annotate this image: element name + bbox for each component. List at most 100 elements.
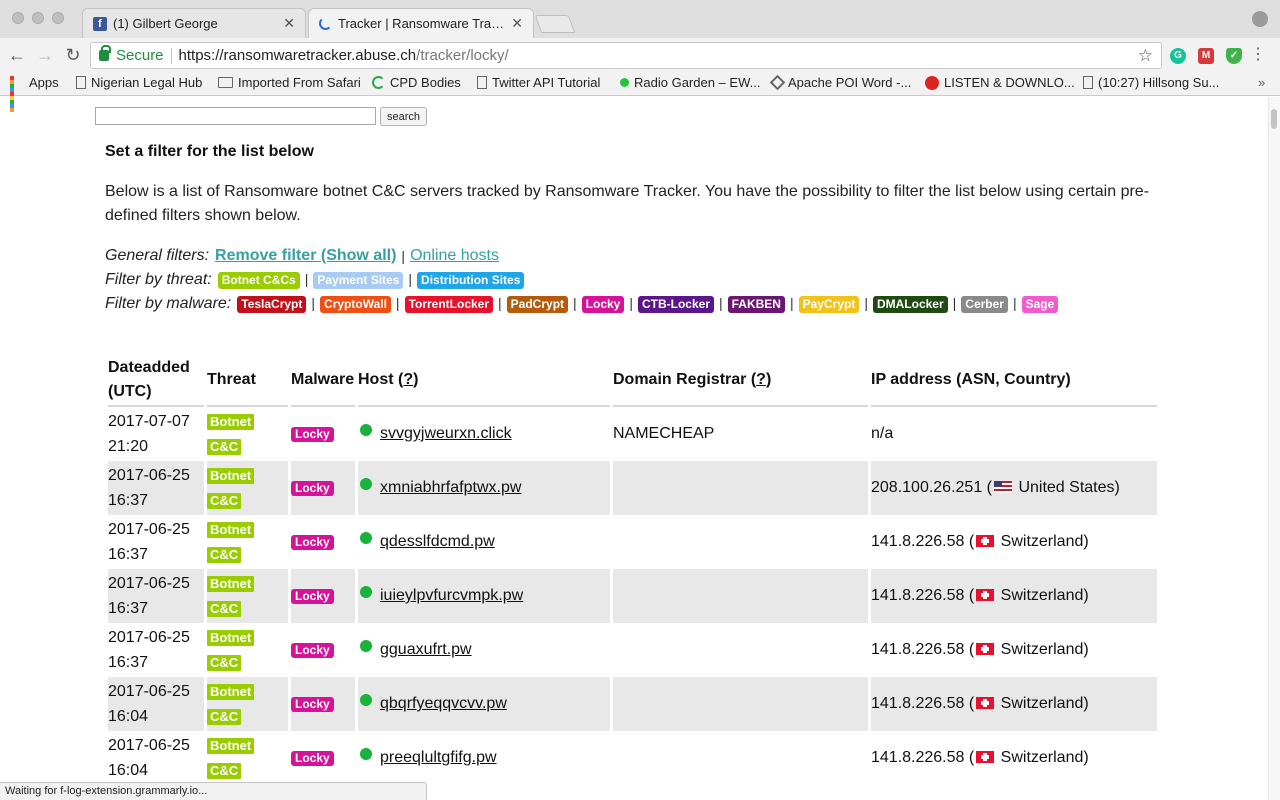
host-link[interactable]: svvgyjweurxn.click <box>380 425 512 443</box>
malware-badge[interactable]: Locky <box>291 427 334 442</box>
date-value: 2017-06-25 <box>108 575 190 592</box>
malware-filter-badge[interactable]: FAKBEN <box>727 296 785 313</box>
time-value: 16:04 <box>108 762 149 779</box>
bookmark-twitter-api-tutorial[interactable]: Twitter API Tutorial <box>477 75 600 90</box>
bookmark-apache-poi-word[interactable]: Apache POI Word -... <box>769 74 911 91</box>
threat-badge[interactable]: Botnet <box>207 738 255 754</box>
url-host: https://ransomwaretracker.abuse.ch <box>178 47 417 64</box>
general-filters: General filters: Remove filter (Show all… <box>105 247 499 265</box>
bookmark-label: Nigerian Legal Hub <box>91 75 203 90</box>
ip-value: n/a <box>871 425 894 442</box>
threat-badge[interactable]: C&C <box>207 493 242 509</box>
malware-filter-badge[interactable]: CryptoWall <box>320 296 391 313</box>
host-link[interactable]: qbqrfyeqqvcvv.pw <box>380 695 507 713</box>
grammarly-icon[interactable]: G <box>1170 48 1186 64</box>
online-hosts-link[interactable]: Online hosts <box>410 247 499 265</box>
malware-badge[interactable]: Locky <box>291 643 334 658</box>
bookmark-apps[interactable]: Apps <box>10 75 59 112</box>
header-host-label[interactable]: Host <box>358 371 394 388</box>
malware-filter-badge[interactable]: PayCrypt <box>798 296 860 313</box>
bookmark-radio-garden[interactable]: Radio Garden – EW... <box>620 75 760 90</box>
new-tab-button[interactable] <box>534 15 576 33</box>
threat-badge[interactable]: Botnet <box>207 522 255 538</box>
malware-filter-badge[interactable]: PadCrypt <box>506 296 569 313</box>
search-button[interactable]: search <box>380 107 428 126</box>
window-zoom-button[interactable] <box>52 12 64 24</box>
address-bar[interactable]: Secure https://ransomwaretracker.abuse.c… <box>90 42 1162 69</box>
threat-badge[interactable]: Botnet <box>207 468 255 484</box>
remove-filter-link[interactable]: Remove filter (Show all) <box>215 247 396 265</box>
back-arrow-icon[interactable]: ← <box>6 44 28 66</box>
threat-badge[interactable]: C&C <box>207 439 242 455</box>
threat-filter-badge[interactable]: Botnet C&Cs <box>217 272 300 289</box>
scroll-thumb[interactable] <box>1271 109 1277 129</box>
reload-icon[interactable]: ↻ <box>62 44 84 66</box>
host-help-link[interactable]: ? <box>403 371 413 388</box>
threat-badge[interactable]: Botnet <box>207 414 255 430</box>
ip-cell: 141.8.226.58 ( Switzerland) <box>871 749 1089 766</box>
profile-icon[interactable] <box>1252 11 1268 27</box>
malware-filter-badge[interactable]: TeslaCrypt <box>237 296 307 313</box>
ip-value: 141.8.226.58 <box>871 587 965 604</box>
bookmark-hillsong[interactable]: (10:27) Hillsong Su... <box>1083 75 1219 90</box>
malware-filter-badge[interactable]: Locky <box>581 296 625 313</box>
tab-facebook[interactable]: f (1) Gilbert George ✕ <box>82 8 306 38</box>
threat-cell: Botnet C&C <box>207 407 288 461</box>
tab-ransomware-tracker[interactable]: Tracker | Ransomware Tracker ✕ <box>308 8 534 38</box>
registrar-cell <box>613 677 868 731</box>
page-scrollbar[interactable] <box>1268 97 1280 800</box>
malware-badge[interactable]: Locky <box>291 697 334 712</box>
malware-filter-badge[interactable]: TorrentLocker <box>404 296 494 313</box>
bookmark-nigerian-legal-hub[interactable]: Nigerian Legal Hub <box>76 75 202 90</box>
page-description: Below is a list of Ransomware botnet C&C… <box>105 183 1150 224</box>
ip-cell: 141.8.226.58 ( Switzerland) <box>871 641 1089 658</box>
bookmark-listen-download[interactable]: LISTEN & DOWNLO... <box>925 75 1075 90</box>
host-link[interactable]: iuieylpvfurcvmpk.pw <box>380 587 523 605</box>
host-cell: iuieylpvfurcvmpk.pw <box>358 569 610 623</box>
host-link[interactable]: preeqlultgfifg.pw <box>380 749 497 767</box>
malware-filter-badge[interactable]: DMALocker <box>872 296 948 313</box>
threat-filter-badge[interactable]: Distribution Sites <box>417 272 525 289</box>
threat-badge[interactable]: C&C <box>207 709 242 725</box>
registrar-help-link[interactable]: ? <box>756 371 766 388</box>
registrar-cell <box>613 731 868 785</box>
threat-badge[interactable]: C&C <box>207 547 242 563</box>
bookmark-star-icon[interactable]: ☆ <box>1138 46 1153 66</box>
forward-arrow-icon[interactable]: → <box>34 44 56 66</box>
threat-badge[interactable]: Botnet <box>207 684 255 700</box>
window-minimize-button[interactable] <box>32 12 44 24</box>
host-link[interactable]: qdesslfdcmd.pw <box>380 533 495 551</box>
ip-value: 141.8.226.58 <box>871 641 965 658</box>
header-registrar-label[interactable]: Domain Registrar <box>613 371 746 388</box>
header-malware[interactable]: Malware <box>291 355 355 407</box>
threat-filter-badge[interactable]: Payment Sites <box>313 272 404 289</box>
extension-m-icon[interactable]: M <box>1198 48 1214 64</box>
malware-filter-badge[interactable]: Cerber <box>961 296 1008 313</box>
malware-badge[interactable]: Locky <box>291 751 334 766</box>
host-link[interactable]: xmniabhrfafptwx.pw <box>380 479 521 497</box>
shield-icon[interactable]: ✓ <box>1226 48 1242 64</box>
host-link[interactable]: gguaxufrt.pw <box>380 641 472 659</box>
bookmark-imported-from-safari[interactable]: Imported From Safari <box>218 75 361 90</box>
close-icon[interactable]: ✕ <box>511 15 523 32</box>
search-input[interactable] <box>95 107 376 125</box>
malware-badge[interactable]: Locky <box>291 589 334 604</box>
header-ip[interactable]: IP address (ASN, Country) <box>871 355 1157 407</box>
close-icon[interactable]: ✕ <box>283 15 295 32</box>
threat-badge[interactable]: C&C <box>207 655 242 671</box>
malware-badge[interactable]: Locky <box>291 481 334 496</box>
threat-badge[interactable]: C&C <box>207 601 242 617</box>
date-value: 2017-07-07 <box>108 413 190 430</box>
window-close-button[interactable] <box>12 12 24 24</box>
malware-badge[interactable]: Locky <box>291 535 334 550</box>
malware-filter-badge[interactable]: CTB-Locker <box>637 296 714 313</box>
threat-badge[interactable]: C&C <box>207 763 242 779</box>
bookmark-cpd-bodies[interactable]: CPD Bodies <box>372 75 461 90</box>
header-date[interactable]: Dateadded (UTC) <box>108 355 204 407</box>
bookmarks-overflow-icon[interactable]: » <box>1258 75 1265 90</box>
malware-filter-badge[interactable]: Sage <box>1021 296 1059 313</box>
threat-badge[interactable]: Botnet <box>207 630 255 646</box>
menu-dots-icon[interactable]: ⋮ <box>1250 47 1266 63</box>
header-threat[interactable]: Threat <box>207 355 288 407</box>
threat-badge[interactable]: Botnet <box>207 576 255 592</box>
